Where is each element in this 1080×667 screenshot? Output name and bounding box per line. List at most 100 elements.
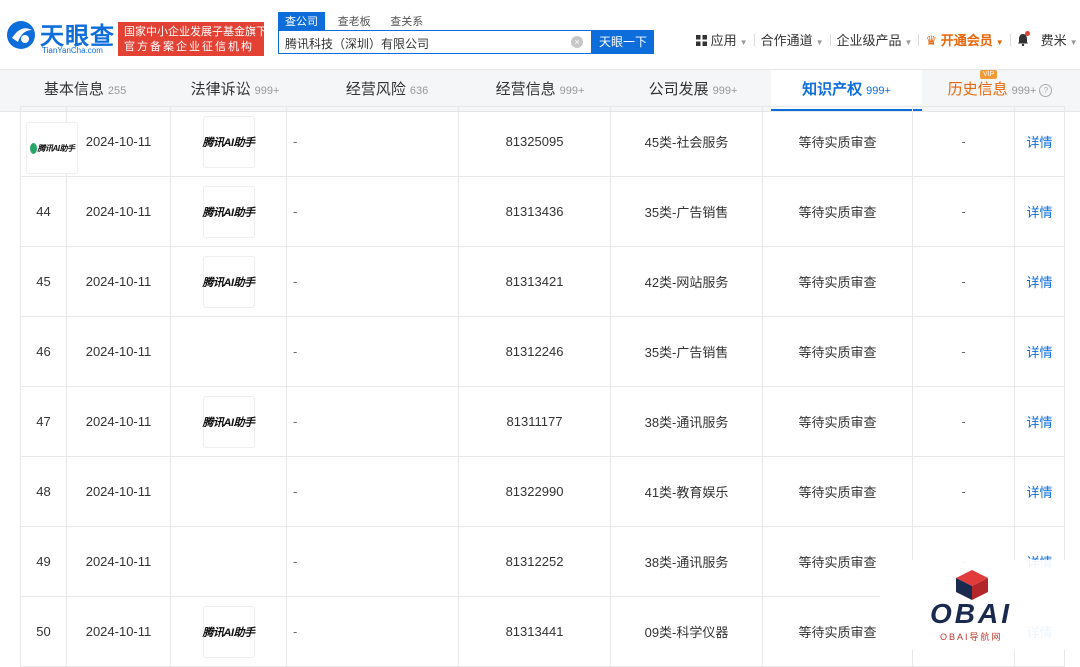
trademark-status: 等待实质审查 [762, 386, 913, 457]
row-number: 49 [20, 526, 67, 597]
nav-member[interactable]: ♛ 开通会员 ▼ [919, 30, 1009, 49]
tab-company-development[interactable]: 公司发展 999+ [628, 70, 758, 111]
hunyuan-logo-icon [29, 142, 37, 154]
trademark-image[interactable]: 腾讯AI助手 [26, 122, 78, 174]
trademark-mark-text: 腾讯AI助手 [202, 626, 256, 639]
detail-cell: 详情 [1014, 176, 1065, 247]
nav-notifications[interactable] [1011, 31, 1035, 47]
trademark-status: 等待实质审查 [762, 246, 913, 317]
trademark-image[interactable]: 腾讯AI助手 [202, 255, 256, 308]
trademark-image[interactable]: 腾讯AI助手 [202, 115, 256, 168]
trademark-name: - [286, 316, 459, 387]
tab-count: 255 [107, 85, 127, 97]
apply-date: 2024-10-11 [66, 316, 171, 387]
international-class: 42类-网站服务 [610, 246, 763, 317]
trademark-name: - [286, 456, 459, 527]
chevron-down-icon: ▼ [904, 38, 913, 47]
nav-apps[interactable]: 应用 ▼ [690, 30, 754, 49]
search-button[interactable]: 天眼一下 [592, 30, 654, 54]
tab-basic-info[interactable]: 基本信息 255 [20, 70, 150, 111]
detail-link[interactable]: 详情 [1026, 485, 1052, 500]
search-tab-relation[interactable]: 查关系 [383, 12, 430, 30]
row-number: 50 [20, 596, 67, 667]
nav-channel-label: 合作通道 [760, 33, 813, 48]
nav-enterprise-label: 企业级产品 [836, 33, 902, 48]
tab-intellectual-property[interactable]: 知识产权 999+ [771, 70, 922, 111]
detail-link[interactable]: 详情 [1026, 415, 1052, 430]
table-row: 44 2024-10-11 腾讯AI助手 -81313436 35类-广告销售 等待实质审… [20, 176, 1065, 247]
trademark-name: - [286, 176, 459, 247]
detail-link[interactable]: 详情 [1026, 135, 1052, 150]
tab-label: 基本信息 [43, 81, 104, 98]
search-input[interactable]: 腾讯科技（深圳）有限公司 × [278, 30, 592, 54]
trademark-image-cell: 腾讯AI助手 [170, 106, 287, 177]
search-tab-company[interactable]: 查公司 [278, 12, 325, 30]
tab-label: 历史信息 [947, 81, 1008, 98]
trademark-name: - [286, 526, 459, 597]
search-input-value: 腾讯科技（深圳）有限公司 [285, 37, 430, 51]
trademark-mark-text: 腾讯AI助手 [37, 143, 76, 153]
nav-user-label: 费米 [1040, 33, 1067, 48]
nav-user[interactable]: 费米 ▼ [1035, 30, 1080, 49]
trademark-mark-text: 腾讯AI助手 [202, 136, 256, 149]
table-row: 47 2024-10-11 腾讯AI助手 -81311177 38类-通讯服务 等待实质审… [20, 386, 1065, 457]
help-icon[interactable]: ? [1039, 83, 1053, 97]
trademark-image-cell: 腾讯AI助手 [26, 122, 287, 527]
tab-count: 999+ [1011, 85, 1037, 97]
slogan-line-1: 国家中小企业发展子基金旗下 [124, 26, 267, 38]
tab-business-risk[interactable]: 经营风险 636 [322, 70, 452, 111]
slogan-badge: 国家中小企业发展子基金旗下 官方备案企业征信机构 [118, 22, 267, 56]
row-number: 45 [20, 246, 67, 317]
trademark-image[interactable]: 腾讯AI助手 [202, 395, 256, 448]
tab-label: 法律诉讼 [190, 81, 251, 98]
tab-litigation[interactable]: 法律诉讼 999+ [170, 70, 300, 111]
clear-icon[interactable]: × [571, 36, 583, 48]
extra-info: - [912, 106, 1015, 177]
detail-link[interactable]: 详情 [1026, 275, 1052, 290]
tab-count: 999+ [559, 85, 585, 97]
tab-count: 999+ [254, 85, 280, 97]
tab-count: 999+ [712, 85, 738, 97]
tab-business-info[interactable]: 经营信息 999+ [475, 70, 605, 111]
trademark-image-cell: 腾讯AI助手 [170, 176, 287, 247]
tab-count: 636 [409, 85, 429, 97]
detail-cell: 详情 [1014, 106, 1065, 177]
registration-number: 81313436 [458, 176, 611, 247]
tianyancha-logo[interactable]: 天眼查 TianYanCha.com [6, 16, 116, 56]
table-row: 45 2024-10-11 腾讯AI助手 -81313421 42类-网站服务 等待实质审… [20, 246, 1065, 317]
trademark-status: 等待实质审查 [762, 316, 913, 387]
international-class: 38类-通讯服务 [610, 386, 763, 457]
international-class: 09类-科学仪器 [610, 596, 763, 667]
extra-info: - [912, 176, 1015, 247]
watermark-title: OBAI [930, 598, 1012, 629]
extra-info: - [912, 456, 1015, 527]
apply-date: 2024-10-11 [66, 456, 171, 527]
trademark-image[interactable]: 腾讯AI助手 [202, 185, 255, 238]
detail-cell: 详情 [1014, 316, 1065, 387]
trademark-mark-text: 腾讯AI助手 [202, 416, 256, 429]
detail-link[interactable]: 详情 [1026, 345, 1052, 360]
nav-channel[interactable]: 合作通道 ▼ [755, 30, 830, 49]
trademark-status: 等待实质审查 [762, 176, 913, 247]
logo-mark-icon [7, 21, 35, 49]
trademark-image-cell: 腾讯AI助手 [170, 246, 287, 317]
chevron-down-icon: ▼ [739, 38, 748, 47]
international-class: 35类-广告销售 [610, 176, 763, 247]
search-type-tabs: 查公司 查老板 查关系 [278, 12, 432, 30]
watermark-subtitle: OBAI导航网 [940, 632, 1003, 642]
trademark-mark-text: 腾讯AI助手 [202, 276, 256, 289]
trademark-name: - [286, 596, 459, 667]
nav-enterprise[interactable]: 企业级产品 ▼ [831, 30, 919, 49]
registration-number: 81313441 [458, 596, 611, 667]
table-row: 482024-10-11腾讯AI助手-8132299041类-教育娱乐等待实质审… [20, 122, 1065, 527]
header-nav: 应用 ▼ 合作通道 ▼ 企业级产品 ▼ ♛ 开通会员 ▼ 费米 ▼ [690, 30, 1080, 54]
chevron-down-icon: ▼ [1069, 38, 1078, 47]
detail-link[interactable]: 详情 [1026, 205, 1052, 220]
tab-history-info[interactable]: VIP 历史信息 999+? [930, 70, 1070, 111]
tab-label: 经营风险 [345, 81, 406, 98]
international-class: 38类-通讯服务 [610, 526, 763, 597]
row-number: 44 [20, 176, 67, 247]
trademark-status: 等待实质审查 [762, 456, 913, 527]
apply-date: 2024-10-11 [66, 526, 171, 597]
search-tab-boss[interactable]: 查老板 [331, 12, 378, 30]
